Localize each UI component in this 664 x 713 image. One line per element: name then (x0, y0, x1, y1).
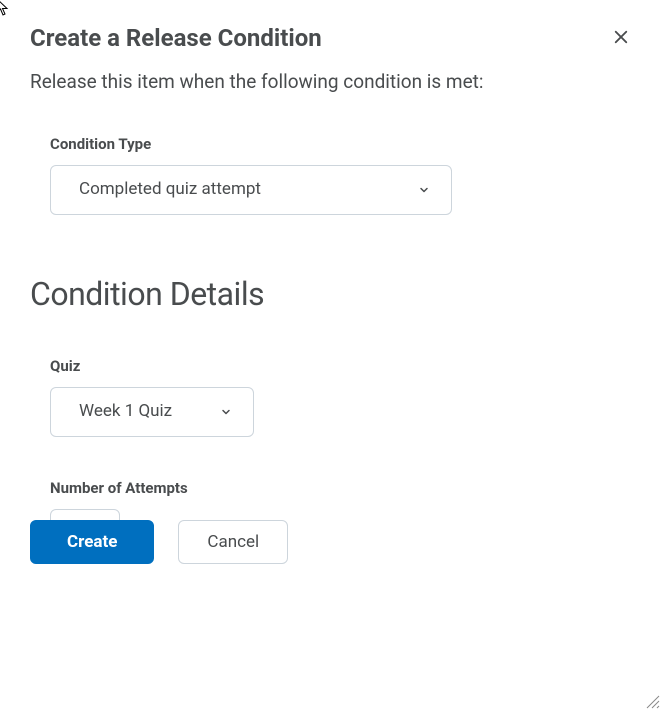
condition-details-heading: Condition Details (30, 275, 634, 313)
dialog-title: Create a Release Condition (30, 24, 322, 52)
quiz-value: Week 1 Quiz (79, 400, 172, 424)
dialog-footer: Create Cancel (30, 520, 288, 564)
condition-type-group: Condition Type Completed quiz attempt (30, 135, 634, 215)
quiz-label: Quiz (50, 357, 634, 375)
intro-text: Release this item when the following con… (30, 70, 634, 93)
condition-type-value: Completed quiz attempt (79, 178, 261, 202)
create-button[interactable]: Create (30, 520, 154, 564)
resize-handle[interactable] (644, 693, 660, 709)
condition-type-select-wrapper: Completed quiz attempt (50, 165, 452, 215)
quiz-group: Quiz Week 1 Quiz (30, 357, 634, 437)
cancel-button[interactable]: Cancel (178, 520, 288, 564)
condition-type-select[interactable]: Completed quiz attempt (50, 165, 452, 215)
create-release-condition-dialog: Create a Release Condition Release this … (0, 0, 664, 588)
quiz-select-wrapper: Week 1 Quiz (50, 387, 254, 437)
dialog-header: Create a Release Condition (30, 24, 634, 52)
attempts-label: Number of Attempts (50, 479, 634, 497)
quiz-select[interactable]: Week 1 Quiz (50, 387, 254, 437)
condition-type-label: Condition Type (50, 135, 634, 153)
close-button[interactable] (608, 24, 634, 50)
